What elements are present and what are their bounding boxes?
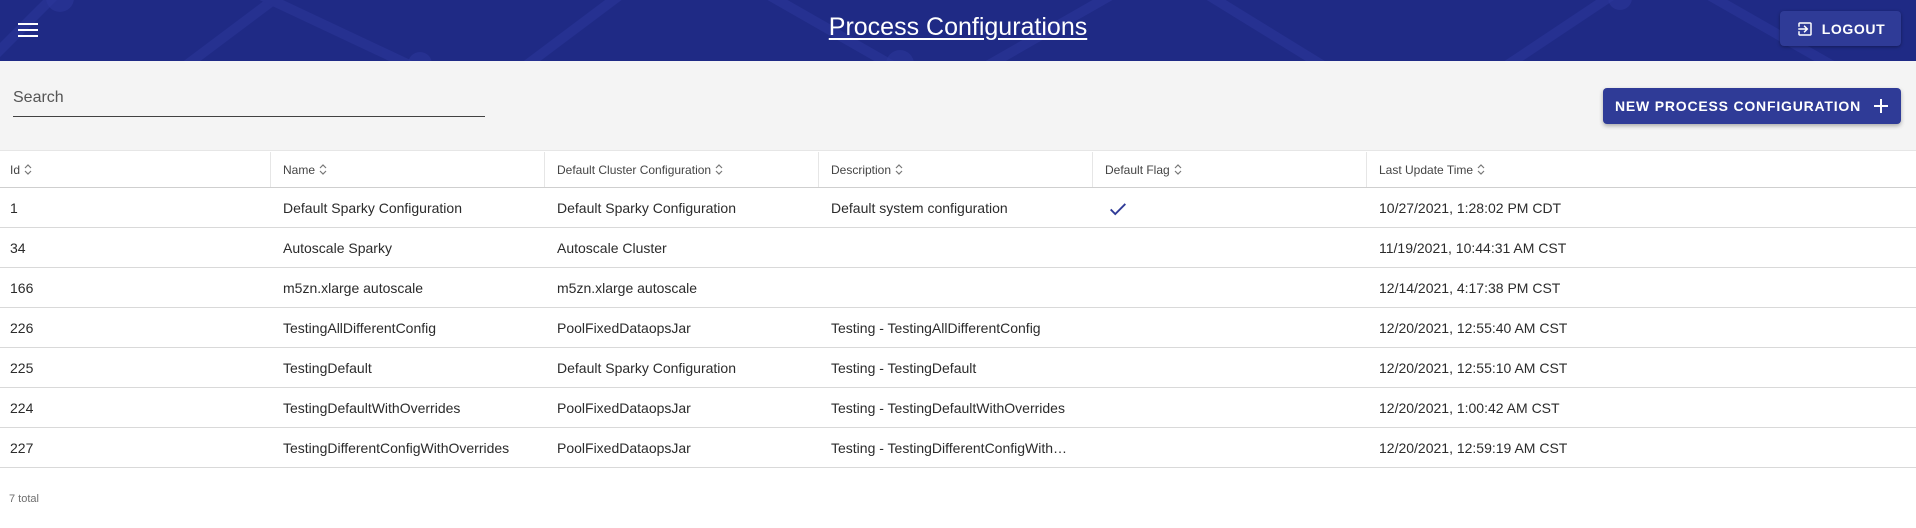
sort-icon [24,164,32,175]
description-text: Default system configuration [831,199,1008,216]
cell-description: Testing - TestingDefaultWithOverrides [819,388,1093,427]
cell-cluster: PoolFixedDataopsJar [557,399,691,416]
cell-id: 226 [10,319,34,336]
cell-name: TestingDefaultWithOverrides [283,399,461,416]
table-row[interactable]: 226 TestingAllDifferentConfig PoolFixedD… [0,308,1916,348]
column-header-label: Name [283,162,316,177]
cell-name: m5zn.xlarge autoscale [283,279,424,296]
plus-icon [1874,99,1889,113]
column-header-id[interactable]: Id [0,152,271,187]
column-header-label: Last Update Time [1379,162,1474,177]
cell-name: TestingDefault [283,359,372,376]
cell-id: 225 [10,359,34,376]
table-row[interactable]: 1 Default Sparky Configuration Default S… [0,188,1916,228]
cell-default-flag [1093,428,1367,467]
cell-id: 224 [10,399,34,416]
cell-default-flag [1093,188,1367,227]
cell-name: TestingDifferentConfigWithOverrides [283,439,510,456]
cell-cluster: m5zn.xlarge autoscale [557,279,698,296]
column-header-label: Id [10,162,21,177]
column-header-default-cluster-configuration[interactable]: Default Cluster Configuration [545,152,819,187]
cell-description [819,268,1093,307]
column-header-default-flag[interactable]: Default Flag [1093,152,1367,187]
cell-id: 1 [10,199,18,216]
toolbar: NEW PROCESS CONFIGURATION [0,61,1916,151]
hamburger-menu-icon [18,23,38,37]
description-text: Testing - TestingDefault [831,359,977,376]
table-row[interactable]: 227 TestingDifferentConfigWithOverrides … [0,428,1916,468]
table-row[interactable]: 34 Autoscale Sparky Autoscale Cluster 11… [0,228,1916,268]
cell-cluster: Default Sparky Configuration [557,199,736,216]
cell-last-update-time: 10/27/2021, 1:28:02 PM CDT [1379,199,1562,216]
table-header: Id Name Default Cluster Configuration De… [0,152,1916,188]
column-header-name[interactable]: Name [271,152,545,187]
cell-id: 34 [10,239,26,256]
cell-description: Testing - TestingAllDifferentConfig [819,308,1093,347]
column-header-label: Default Cluster Configuration [557,162,712,177]
cell-last-update-time: 12/20/2021, 12:59:19 AM CST [1379,439,1568,456]
cell-cluster: PoolFixedDataopsJar [557,439,691,456]
table-row[interactable]: 225 TestingDefault Default Sparky Config… [0,348,1916,388]
description-text: Testing - TestingAllDifferentConfig [831,319,1041,336]
cell-default-flag [1093,308,1367,347]
column-header-description[interactable]: Description [819,152,1093,187]
total-count: 7 total [9,493,39,505]
cell-name: Default Sparky Configuration [283,199,462,216]
sort-icon [715,164,723,175]
cell-cluster: PoolFixedDataopsJar [557,319,691,336]
checkmark-icon [1110,202,1126,215]
table-row[interactable]: 224 TestingDefaultWithOverrides PoolFixe… [0,388,1916,428]
app-bar: Process Configurations LOGOUT [0,0,1916,61]
cell-description: Testing - TestingDefault [819,348,1093,387]
sort-icon [1477,164,1485,175]
column-header-label: Default Flag [1105,162,1170,177]
menu-button[interactable] [13,15,43,45]
new-process-configuration-button[interactable]: NEW PROCESS CONFIGURATION [1603,88,1901,124]
cell-id: 166 [10,279,34,296]
process-configurations-table: Id Name Default Cluster Configuration De… [0,152,1916,468]
cell-last-update-time: 12/14/2021, 4:17:38 PM CST [1379,279,1561,296]
page-title[interactable]: Process Configurations [829,13,1087,41]
logout-label: LOGOUT [1821,20,1886,37]
column-header-label: Description [831,162,892,177]
column-header-last-update-time[interactable]: Last Update Time [1367,152,1916,187]
sort-icon [1174,164,1182,175]
exit-to-app-icon [1798,21,1812,36]
cell-id: 227 [10,439,34,456]
search-field [13,81,485,117]
cell-default-flag [1093,268,1367,307]
cell-default-flag [1093,228,1367,267]
cell-cluster: Default Sparky Configuration [557,359,736,376]
cell-description [819,228,1093,267]
description-text: Testing - TestingDefaultWithOverrides [831,399,1065,416]
cell-last-update-time: 12/20/2021, 12:55:40 AM CST [1379,319,1568,336]
cell-default-flag [1093,388,1367,427]
table-row[interactable]: 166 m5zn.xlarge autoscale m5zn.xlarge au… [0,268,1916,308]
cell-last-update-time: 12/20/2021, 12:55:10 AM CST [1379,359,1568,376]
new-process-configuration-label: NEW PROCESS CONFIGURATION [1614,98,1862,114]
cell-cluster: Autoscale Cluster [557,239,667,256]
search-input[interactable] [13,81,485,116]
cell-name: TestingAllDifferentConfig [283,319,437,336]
cell-name: Autoscale Sparky [283,239,392,256]
cell-description: Default system configuration [819,188,1093,227]
cell-last-update-time: 11/19/2021, 10:44:31 AM CST [1379,239,1567,256]
cell-default-flag [1093,348,1367,387]
description-text: Testing - TestingDifferentConfigWithOver… [831,439,1093,456]
table-body: 1 Default Sparky Configuration Default S… [0,188,1916,468]
logout-button[interactable]: LOGOUT [1780,11,1901,46]
cell-description: Testing - TestingDifferentConfigWithOver… [819,428,1093,467]
sort-icon [895,164,903,175]
cell-last-update-time: 12/20/2021, 1:00:42 AM CST [1379,399,1560,416]
sort-icon [319,164,327,175]
